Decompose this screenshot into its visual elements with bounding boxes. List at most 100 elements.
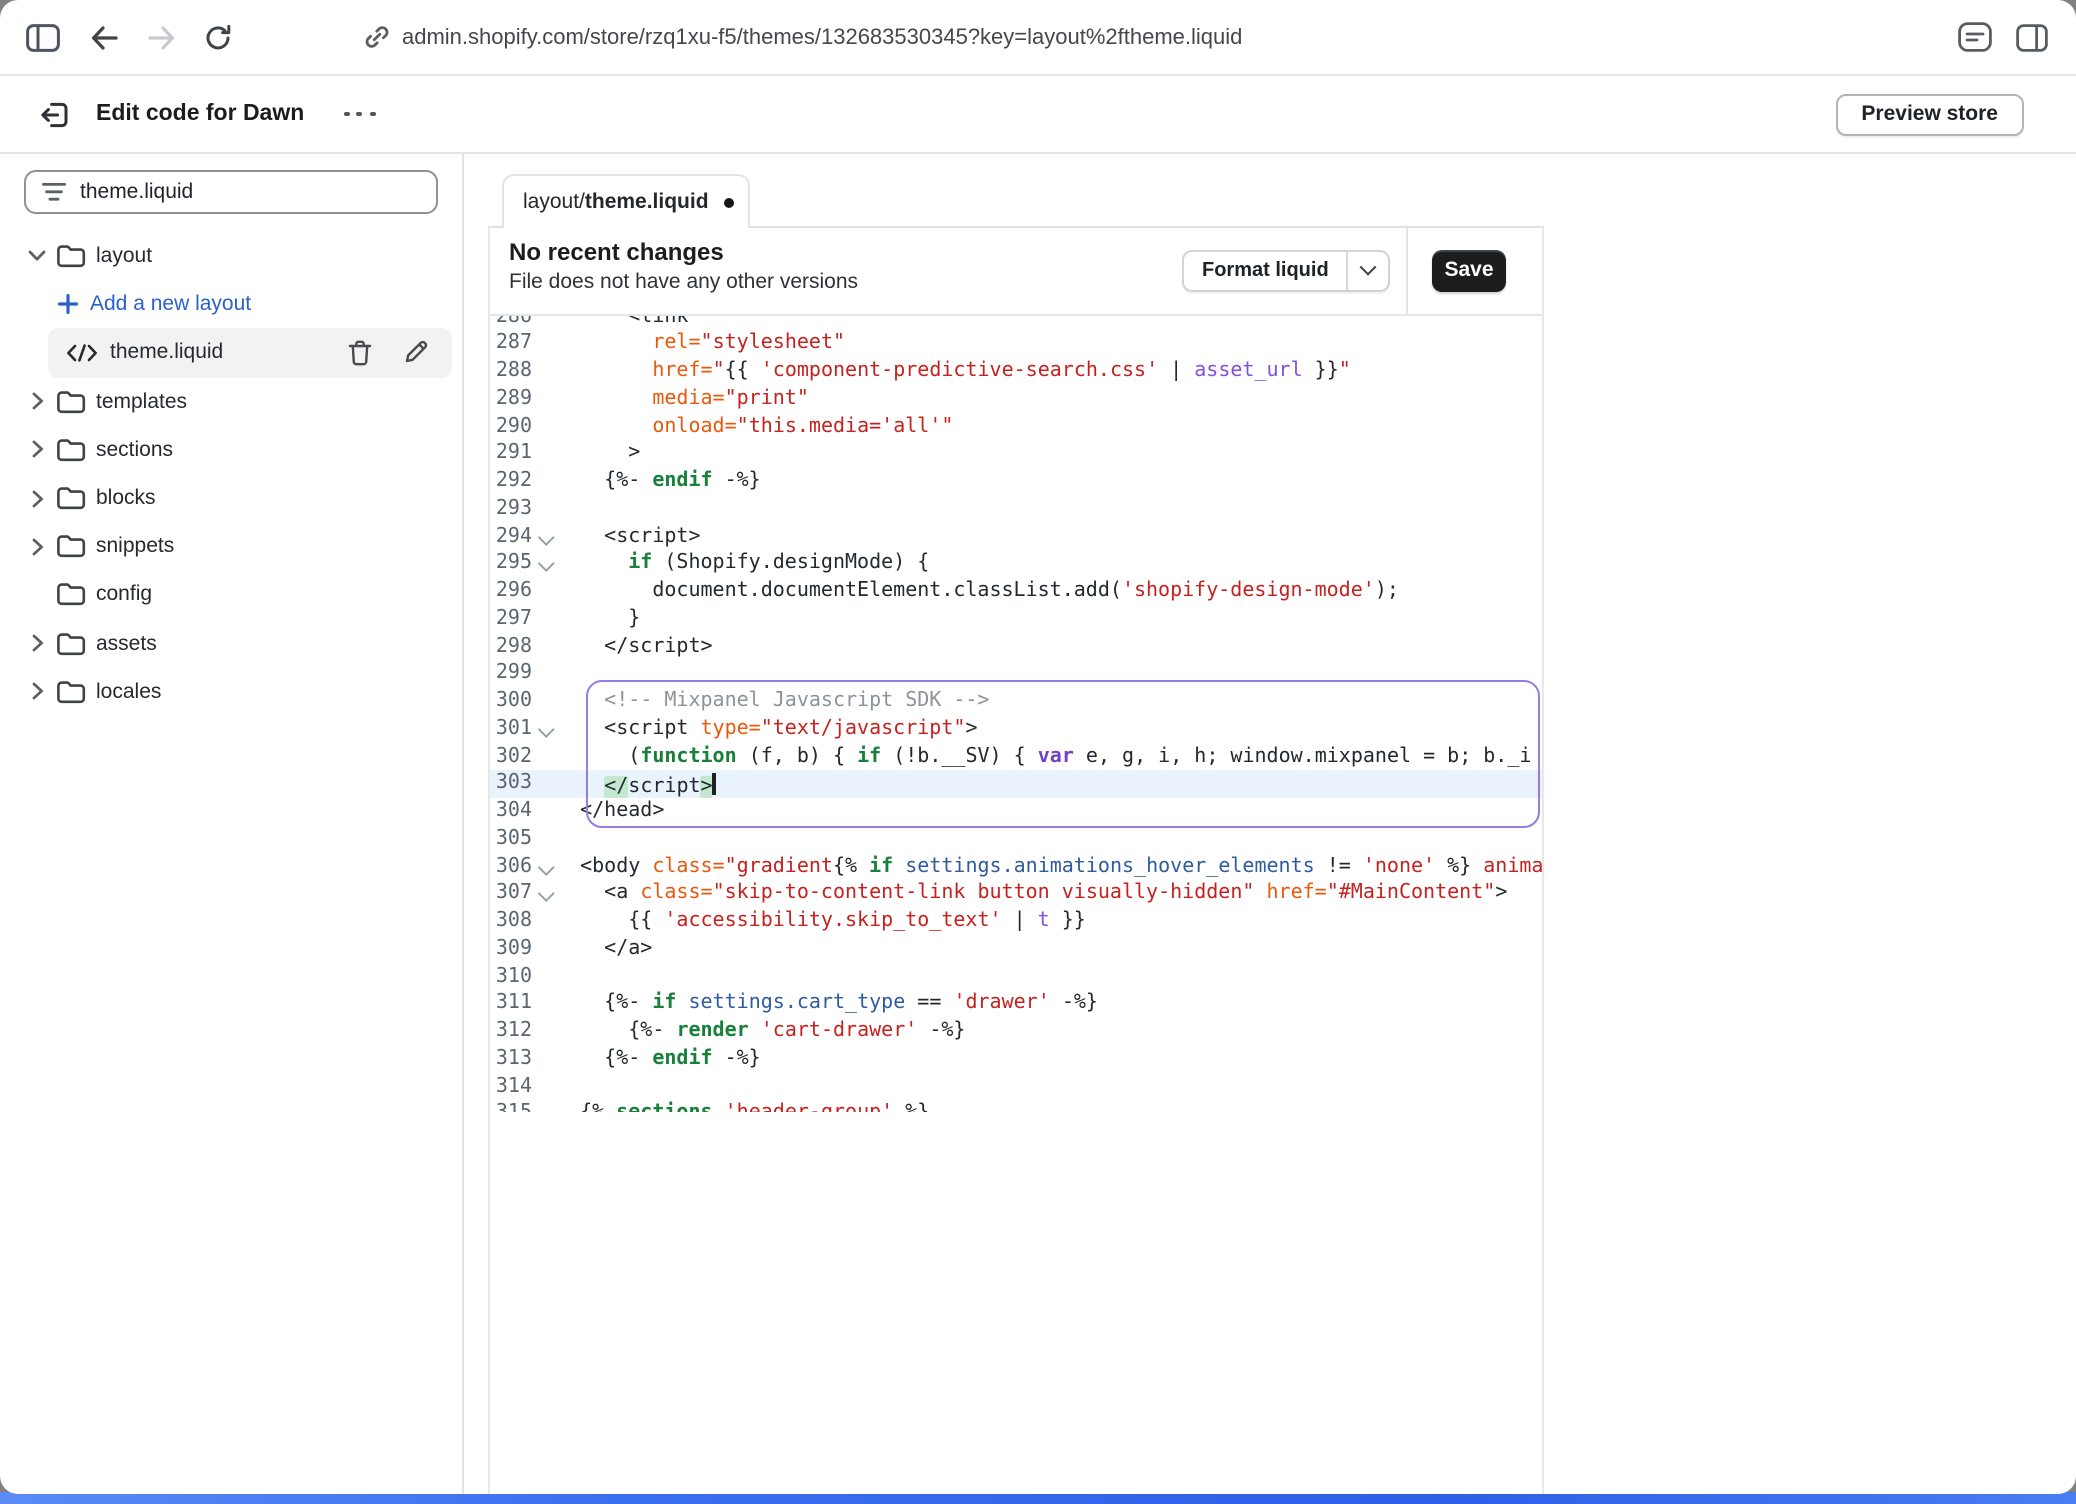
editor-border-right [1541, 227, 1543, 1494]
exit-editor-icon[interactable] [40, 99, 70, 129]
chevron-right-icon[interactable] [28, 441, 46, 459]
format-liquid-button[interactable]: Format liquid [1182, 249, 1391, 292]
chevron-right-icon[interactable] [28, 537, 46, 555]
editor-toolbar: No recent changes File does not have any… [490, 227, 1541, 315]
sidebar-item-sections[interactable]: sections [0, 426, 462, 474]
code-line-313[interactable]: 313 {%- endif -%} [490, 1046, 1541, 1074]
sidebar-item-locales[interactable]: locales [0, 667, 462, 715]
code-line-305[interactable]: 305 [490, 826, 1541, 854]
sidebar-toggle-icon[interactable] [26, 23, 60, 51]
text-cursor [713, 774, 716, 796]
link-icon [364, 24, 390, 50]
sidebar-item-config[interactable]: config [0, 571, 462, 619]
delete-file-icon[interactable] [348, 340, 372, 366]
code-line-314[interactable]: 314 [490, 1073, 1541, 1101]
extensions-icon[interactable] [1958, 22, 1992, 52]
tab-file-name: theme.liquid [585, 190, 709, 214]
chevron-right-icon[interactable] [28, 392, 46, 410]
unsaved-changes-dot [725, 197, 735, 207]
code-line-295[interactable]: 295 if (Shopify.designMode) { [490, 551, 1541, 579]
toolbar-divider [1405, 227, 1407, 313]
code-line-315[interactable]: 315 {% sections 'header-group' %} [490, 1101, 1541, 1112]
folder-icon [56, 389, 86, 413]
app-header: Edit code for Dawn Preview store [0, 76, 2076, 154]
chevron-down-icon[interactable] [1349, 251, 1389, 290]
sidebar-item-snippets[interactable]: snippets [0, 522, 462, 570]
code-line-301[interactable]: 301 <script type="text/javascript"> [490, 716, 1541, 744]
folder-icon [56, 486, 86, 510]
version-status-title: No recent changes [509, 237, 724, 265]
sidebar-item-assets[interactable]: assets [0, 619, 462, 667]
tab-theme-liquid[interactable]: layout/theme.liquid [501, 174, 750, 228]
code-line-292[interactable]: 292 {%- endif -%} [490, 468, 1541, 496]
rename-file-icon[interactable] [404, 341, 428, 365]
code-line-287[interactable]: 287 rel="stylesheet" [490, 331, 1541, 359]
more-actions-icon[interactable] [344, 111, 375, 117]
sidebar-item-templates[interactable]: templates [0, 377, 462, 425]
page-title: Edit code for Dawn [96, 102, 304, 126]
code-line-298[interactable]: 298 </script> [490, 633, 1541, 661]
preview-store-button[interactable]: Preview store [1835, 93, 2024, 135]
code-line-306[interactable]: 306 <body class="gradient{% if settings.… [490, 853, 1541, 881]
folder-icon [56, 680, 86, 704]
search-value: theme.liquid [80, 179, 193, 203]
version-status-subtitle: File does not have any other versions [509, 270, 858, 294]
code-line-296[interactable]: 296 document.documentElement.classList.a… [490, 578, 1541, 606]
address-bar[interactable]: admin.shopify.com/store/rzq1xu-f5/themes… [364, 24, 1242, 50]
chevron-right-icon[interactable] [28, 683, 46, 701]
plus-icon [58, 295, 78, 315]
code-line-312[interactable]: 312 {%- render 'cart-drawer' -%} [490, 1018, 1541, 1046]
sidebar-item-blocks[interactable]: blocks [0, 474, 462, 522]
chevron-right-icon[interactable] [28, 634, 46, 652]
folder-icon [56, 583, 86, 607]
code-line-291[interactable]: 291 > [490, 441, 1541, 469]
browser-window: admin.shopify.com/store/rzq1xu-f5/themes… [0, 0, 2076, 1494]
split-view-icon[interactable] [2016, 23, 2048, 51]
sidebar-item-theme-liquid-selected[interactable]: theme.liquid [0, 329, 462, 377]
code-line-293[interactable]: 293 [490, 496, 1541, 524]
code-line-309[interactable]: 309 </a> [490, 936, 1541, 964]
folder-icon [56, 438, 86, 462]
tab-path-prefix: layout/ [523, 190, 585, 214]
code-line-299[interactable]: 299 [490, 661, 1541, 689]
code-line-308[interactable]: 308 {{ 'accessibility.skip_to_text' | t … [490, 908, 1541, 936]
folder-icon [56, 244, 86, 268]
code-line-307[interactable]: 307 <a class="skip-to-content-link butto… [490, 881, 1541, 909]
code-area[interactable]: 286 <link287 rel="stylesheet"288 href="{… [490, 315, 1541, 1111]
fold-chevron-icon [537, 721, 553, 737]
code-line-294[interactable]: 294 <script> [490, 523, 1541, 551]
url-text: admin.shopify.com/store/rzq1xu-f5/themes… [402, 25, 1242, 49]
sidebar-item-layout[interactable]: layout [0, 232, 462, 280]
save-button[interactable]: Save [1432, 249, 1506, 292]
code-line-303[interactable]: 303 </script> [490, 771, 1541, 799]
file-tree: layout Add a new layout [0, 232, 462, 716]
file-sidebar: theme.liquid layout [0, 154, 464, 1494]
code-line-311[interactable]: 311 {%- if settings.cart_type == 'drawer… [490, 991, 1541, 1019]
code-line-290[interactable]: 290 onload="this.media='all'" [490, 413, 1541, 441]
code-line-288[interactable]: 288 href="{{ 'component-predictive-searc… [490, 358, 1541, 386]
back-icon[interactable] [90, 25, 118, 49]
filter-icon [42, 181, 66, 201]
fold-chevron-icon [537, 859, 553, 875]
reload-icon[interactable] [204, 23, 232, 51]
code-line-310[interactable]: 310 [490, 963, 1541, 991]
chevron-right-icon[interactable] [28, 489, 46, 507]
add-new-layout-button[interactable]: Add a new layout [0, 280, 462, 328]
fold-chevron-icon [537, 556, 553, 572]
folder-icon [56, 631, 86, 655]
code-line-286[interactable]: 286 <link [490, 315, 1541, 331]
code-line-297[interactable]: 297 } [490, 606, 1541, 634]
code-line-302[interactable]: 302 (function (f, b) { if (!b.__SV) { va… [490, 743, 1541, 771]
chevron-down-icon[interactable] [28, 250, 46, 262]
code-editor-panel: layout/theme.liquid No recent changes Fi… [464, 154, 2076, 1494]
code-line-289[interactable]: 289 media="print" [490, 386, 1541, 414]
browser-toolbar: admin.shopify.com/store/rzq1xu-f5/themes… [0, 0, 2076, 76]
file-search-input[interactable]: theme.liquid [24, 169, 438, 213]
desktop-background: admin.shopify.com/store/rzq1xu-f5/themes… [0, 0, 2076, 1504]
code-line-300[interactable]: 300 <!-- Mixpanel Javascript SDK --> [490, 688, 1541, 716]
code-line-304[interactable]: 304 </head> [490, 798, 1541, 826]
fold-chevron-icon [537, 886, 553, 902]
fold-chevron-icon [537, 529, 553, 545]
code-file-icon [66, 344, 98, 362]
forward-icon[interactable] [148, 25, 176, 49]
